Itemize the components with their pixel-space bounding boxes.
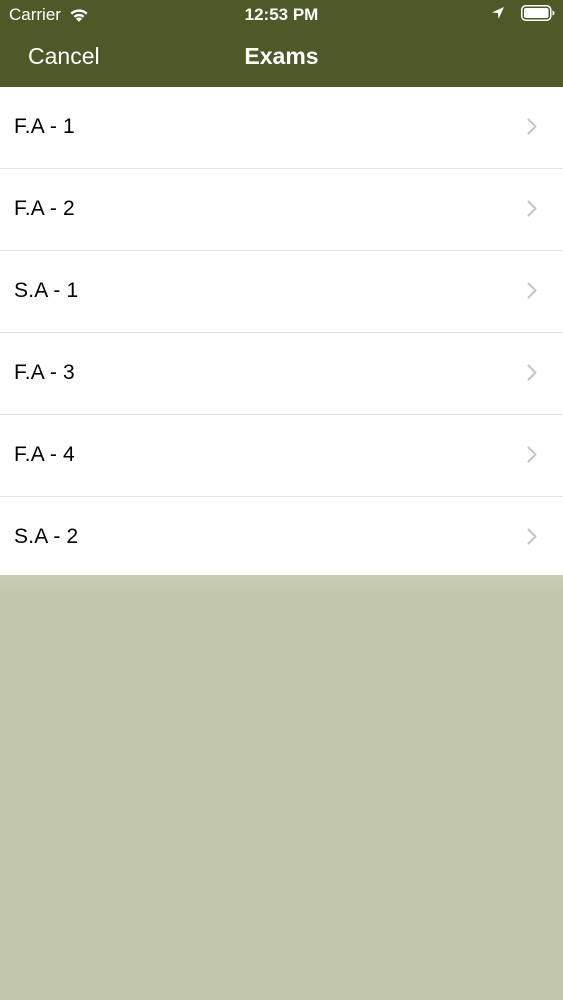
chevron-right-icon [527, 364, 537, 381]
status-right-icons [491, 5, 555, 21]
exam-label: S.A - 1 [14, 279, 79, 302]
chevron-right-icon [527, 528, 537, 545]
exam-label: S.A - 2 [14, 525, 79, 548]
exam-row-fa-1[interactable]: F.A - 1 [0, 87, 563, 169]
empty-background [0, 575, 563, 597]
page-title: Exams [244, 43, 319, 69]
exam-row-fa-2[interactable]: F.A - 2 [0, 169, 563, 251]
exam-label: F.A - 1 [14, 115, 75, 138]
chevron-right-icon [527, 118, 537, 135]
chevron-right-icon [527, 446, 537, 463]
exam-row-sa-2[interactable]: S.A - 2 [0, 497, 563, 578]
top-bar: Carrier 12:53 PM Cancel Exams [0, 0, 563, 87]
exam-label: F.A - 3 [14, 361, 75, 384]
exam-label: F.A - 4 [14, 443, 75, 466]
exam-label: F.A - 2 [14, 197, 75, 220]
status-bar: Carrier 12:53 PM [0, 0, 563, 30]
navigation-bar: Cancel Exams [0, 30, 563, 87]
chevron-right-icon [527, 200, 537, 217]
exam-list: F.A - 1 F.A - 2 S.A - 1 F.A - 3 F.A - 4 … [0, 87, 563, 578]
battery-icon [521, 5, 555, 21]
exam-row-sa-1[interactable]: S.A - 1 [0, 251, 563, 333]
exam-row-fa-3[interactable]: F.A - 3 [0, 333, 563, 415]
exam-row-fa-4[interactable]: F.A - 4 [0, 415, 563, 497]
chevron-right-icon [527, 282, 537, 299]
status-time: 12:53 PM [244, 5, 319, 24]
location-icon [492, 7, 504, 19]
